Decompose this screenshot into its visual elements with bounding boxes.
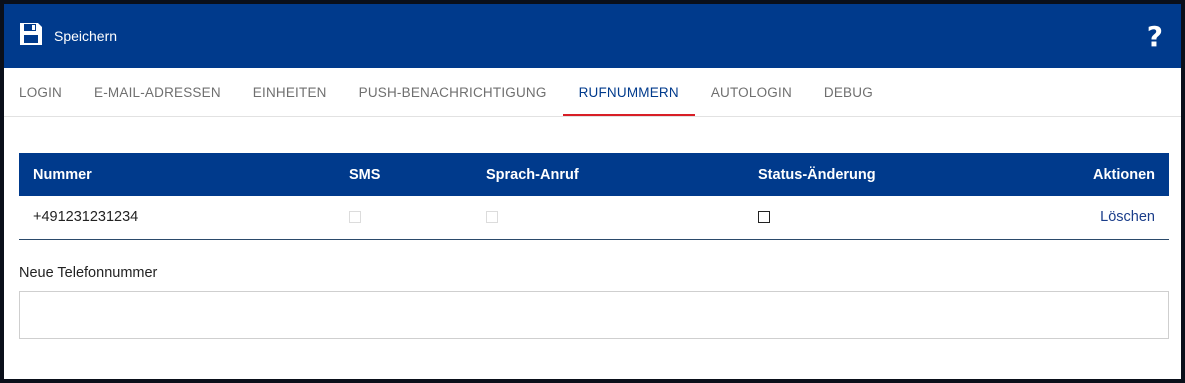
tab-units[interactable]: EINHEITEN — [237, 68, 343, 116]
new-number-input[interactable] — [19, 290, 1169, 339]
tab-push-notification[interactable]: PUSH-BENACHRICHTIGUNG — [343, 68, 563, 116]
tab-autologin[interactable]: AUTOLOGIN — [695, 68, 808, 116]
question-mark-icon: ? — [1146, 19, 1163, 53]
save-label: Speichern — [54, 28, 118, 44]
column-header-status-change: Status-Änderung — [758, 166, 876, 183]
tab-bar: LOGIN E-MAIL-ADRESSEN EINHEITEN PUSH-BEN… — [4, 68, 1181, 117]
top-toolbar: Speichern ? — [4, 4, 1181, 68]
main-content: Nummer SMS Sprach-Anruf Status-Änderung … — [4, 117, 1181, 339]
sms-cell — [335, 196, 472, 239]
help-button[interactable]: ? — [1147, 20, 1163, 53]
table-row: +491231231234 Löschen — [19, 196, 1169, 239]
status-change-cell — [744, 196, 994, 239]
column-header-voice-call: Sprach-Anruf — [486, 166, 579, 183]
sms-checkbox — [349, 211, 361, 224]
delete-link[interactable]: Löschen — [1100, 209, 1155, 225]
phone-numbers-table: Nummer SMS Sprach-Anruf Status-Änderung … — [19, 153, 1169, 240]
voice-call-checkbox — [486, 211, 498, 224]
column-header-actions: Aktionen — [1092, 166, 1155, 183]
column-header-sms: SMS — [349, 166, 381, 183]
floppy-disk-icon — [18, 21, 44, 52]
tab-debug[interactable]: DEBUG — [808, 68, 889, 116]
table-header-row: Nummer SMS Sprach-Anruf Status-Änderung … — [19, 153, 1169, 196]
app-window: Speichern ? LOGIN E-MAIL-ADRESSEN EINHEI… — [4, 4, 1181, 379]
phone-number-cell: +491231231234 — [33, 209, 139, 226]
voice-call-cell — [472, 196, 744, 239]
tab-login[interactable]: LOGIN — [4, 68, 78, 116]
tab-email-addresses[interactable]: E-MAIL-ADRESSEN — [78, 68, 237, 116]
actions-cell: Löschen — [994, 196, 1169, 239]
save-button[interactable]: Speichern — [18, 21, 117, 52]
window-frame: Speichern ? LOGIN E-MAIL-ADRESSEN EINHEI… — [0, 0, 1185, 383]
tab-phone-numbers[interactable]: RUFNUMMERN — [562, 68, 696, 116]
column-header-number: Nummer — [33, 166, 92, 183]
status-change-checkbox[interactable] — [758, 211, 770, 224]
new-number-label: Neue Telefonnummer — [19, 264, 158, 281]
